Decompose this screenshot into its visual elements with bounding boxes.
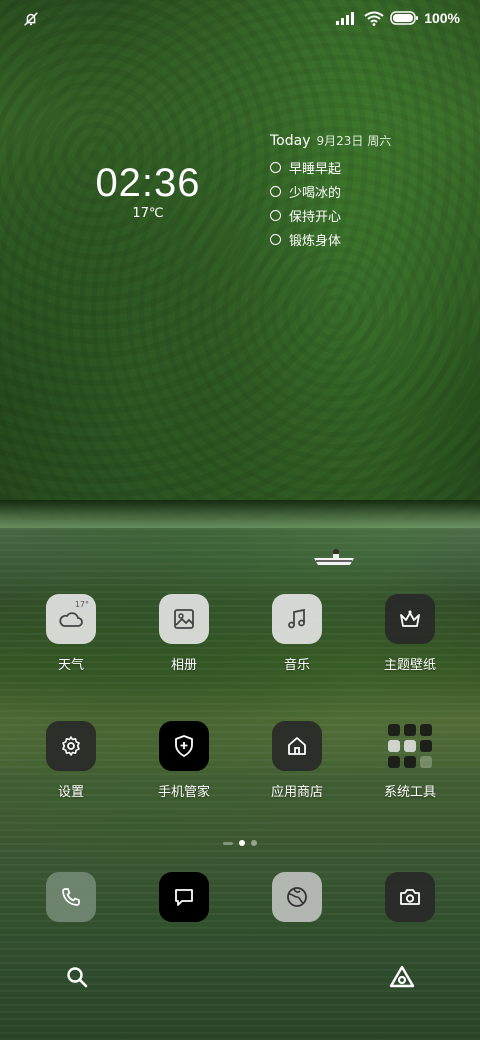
todo-title: Today bbox=[270, 133, 311, 149]
app-label: 手机管家 bbox=[157, 785, 210, 800]
weather-tile[interactable]: 17° bbox=[46, 594, 96, 644]
dock-browser[interactable] bbox=[247, 872, 347, 922]
app-security[interactable]: 手机管家 bbox=[134, 721, 234, 800]
store-tile[interactable] bbox=[272, 721, 322, 771]
clock-temperature: 17℃ bbox=[132, 206, 164, 221]
minus-one-screen-indicator[interactable] bbox=[223, 841, 233, 845]
search-icon bbox=[67, 967, 88, 988]
search-button[interactable] bbox=[62, 962, 92, 992]
wifi-icon bbox=[364, 11, 384, 26]
messages-tile[interactable] bbox=[159, 872, 209, 922]
assistant-icon bbox=[389, 965, 415, 988]
todo-widget[interactable]: Today 9月23日 周六 早睡早起 少喝冰的 保持开心 锻炼身体 bbox=[270, 132, 460, 251]
mini-app-icon bbox=[420, 756, 432, 768]
home-icon bbox=[288, 737, 306, 755]
todo-header: Today 9月23日 周六 bbox=[270, 132, 460, 149]
app-label: 设置 bbox=[57, 785, 84, 800]
folder-system-tools[interactable]: 系统工具 bbox=[360, 721, 460, 800]
weather-temp-badge: 17° bbox=[74, 600, 89, 609]
checkbox-icon[interactable] bbox=[270, 233, 281, 245]
todo-date: 9月23日 周六 bbox=[316, 134, 392, 148]
bell-off-icon bbox=[24, 12, 38, 26]
shield-plus-icon bbox=[175, 735, 193, 757]
checkbox-icon[interactable] bbox=[270, 161, 281, 173]
app-label: 应用商店 bbox=[270, 785, 323, 800]
checkbox-icon[interactable] bbox=[270, 209, 281, 221]
todo-item[interactable]: 锻炼身体 bbox=[270, 227, 460, 251]
app-music[interactable]: 音乐 bbox=[247, 594, 347, 673]
page-dot-active[interactable] bbox=[239, 840, 245, 846]
camera-icon bbox=[400, 889, 420, 905]
battery-icon bbox=[390, 11, 419, 25]
todo-item[interactable]: 保持开心 bbox=[270, 203, 460, 227]
cloud-icon bbox=[59, 612, 83, 627]
folder-tile[interactable] bbox=[385, 721, 435, 771]
dock-phone[interactable] bbox=[21, 872, 121, 922]
mini-app-icon bbox=[388, 756, 400, 768]
camera-tile[interactable] bbox=[385, 872, 435, 922]
app-label: 主题壁纸 bbox=[383, 658, 436, 673]
app-store[interactable]: 应用商店 bbox=[247, 721, 347, 800]
checkbox-icon[interactable] bbox=[270, 185, 281, 197]
forest-layer bbox=[0, 0, 480, 520]
music-note-icon bbox=[288, 608, 305, 629]
settings-tile[interactable] bbox=[46, 721, 96, 771]
browser-icon bbox=[287, 887, 307, 907]
app-weather[interactable]: 17° 天气 bbox=[21, 594, 121, 673]
app-settings[interactable]: 设置 bbox=[21, 721, 121, 800]
themes-tile[interactable] bbox=[385, 594, 435, 644]
app-label: 天气 bbox=[57, 658, 84, 673]
dock-messages[interactable] bbox=[134, 872, 234, 922]
signal-icon bbox=[336, 12, 355, 25]
status-right: 100% bbox=[336, 10, 460, 26]
app-label: 相册 bbox=[170, 658, 197, 673]
shoreline bbox=[0, 500, 480, 528]
app-label: 系统工具 bbox=[383, 785, 436, 800]
photo-icon bbox=[174, 609, 194, 629]
clock-widget[interactable]: 02:36 17℃ bbox=[92, 162, 204, 221]
browser-tile[interactable] bbox=[272, 872, 322, 922]
mini-app-icon bbox=[404, 756, 416, 768]
gear-icon bbox=[62, 736, 80, 756]
boat-image bbox=[314, 549, 354, 565]
phone-icon bbox=[62, 888, 80, 906]
app-themes[interactable]: 主题壁纸 bbox=[360, 594, 460, 673]
page-dot[interactable] bbox=[251, 840, 257, 846]
todo-item-text: 早睡早起 bbox=[289, 161, 342, 177]
music-tile[interactable] bbox=[272, 594, 322, 644]
clock-time: 02:36 bbox=[95, 161, 201, 205]
mini-app-icon bbox=[404, 740, 416, 752]
crown-icon bbox=[400, 610, 420, 627]
battery-percentage: 100% bbox=[424, 10, 460, 26]
todo-item[interactable]: 早睡早起 bbox=[270, 155, 460, 179]
mini-app-icon bbox=[388, 740, 400, 752]
assistant-button[interactable] bbox=[387, 962, 417, 992]
page-indicator[interactable] bbox=[0, 840, 480, 846]
gallery-tile[interactable] bbox=[159, 594, 209, 644]
folder-preview bbox=[388, 724, 432, 768]
mini-app-icon bbox=[388, 724, 400, 736]
todo-item-text: 保持开心 bbox=[289, 209, 342, 225]
security-tile[interactable] bbox=[159, 721, 209, 771]
todo-list: 早睡早起 少喝冰的 保持开心 锻炼身体 bbox=[270, 155, 460, 251]
app-label: 音乐 bbox=[283, 658, 310, 673]
mini-app-icon bbox=[420, 740, 432, 752]
phone-tile[interactable] bbox=[46, 872, 96, 922]
dock-camera[interactable] bbox=[360, 872, 460, 922]
todo-item-text: 锻炼身体 bbox=[289, 233, 342, 249]
message-icon bbox=[175, 889, 193, 906]
app-gallery[interactable]: 相册 bbox=[134, 594, 234, 673]
todo-item[interactable]: 少喝冰的 bbox=[270, 179, 460, 203]
mini-app-icon bbox=[420, 724, 432, 736]
todo-item-text: 少喝冰的 bbox=[289, 185, 342, 201]
mini-app-icon bbox=[404, 724, 416, 736]
status-bar: 100% bbox=[0, 8, 480, 34]
